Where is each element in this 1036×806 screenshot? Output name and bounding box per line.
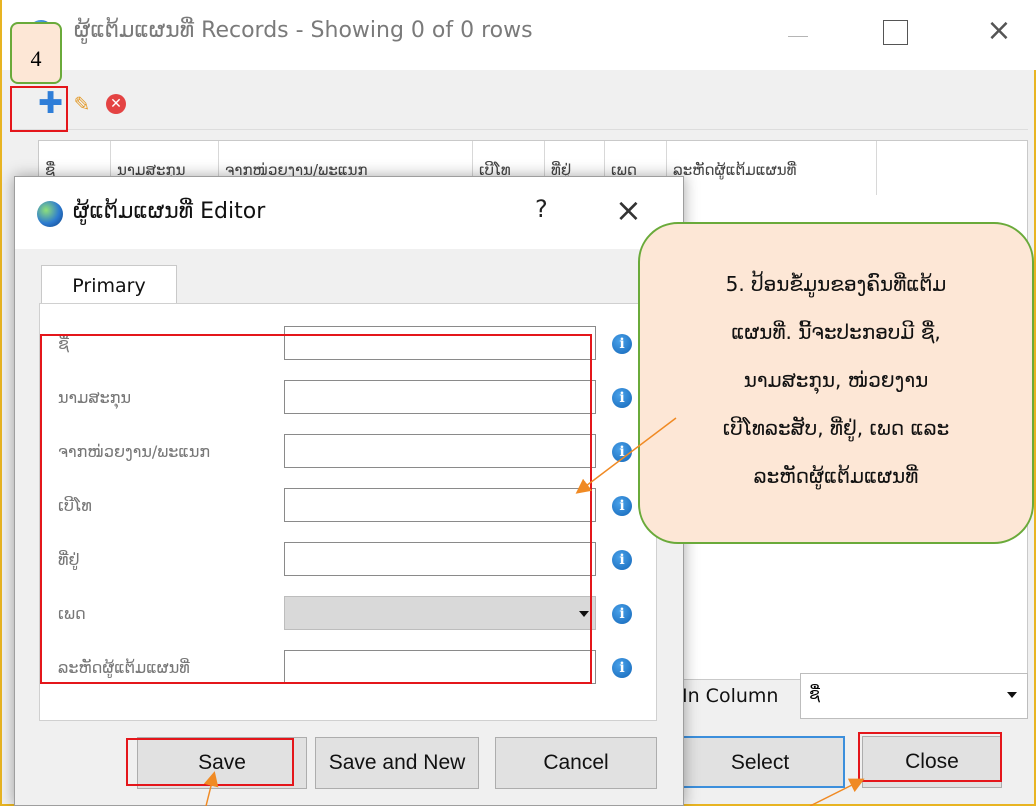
arrow-to-save [203,771,219,806]
arrow-to-form [575,417,677,494]
annotation-arrows [203,417,865,806]
arrow-to-close [809,778,865,806]
